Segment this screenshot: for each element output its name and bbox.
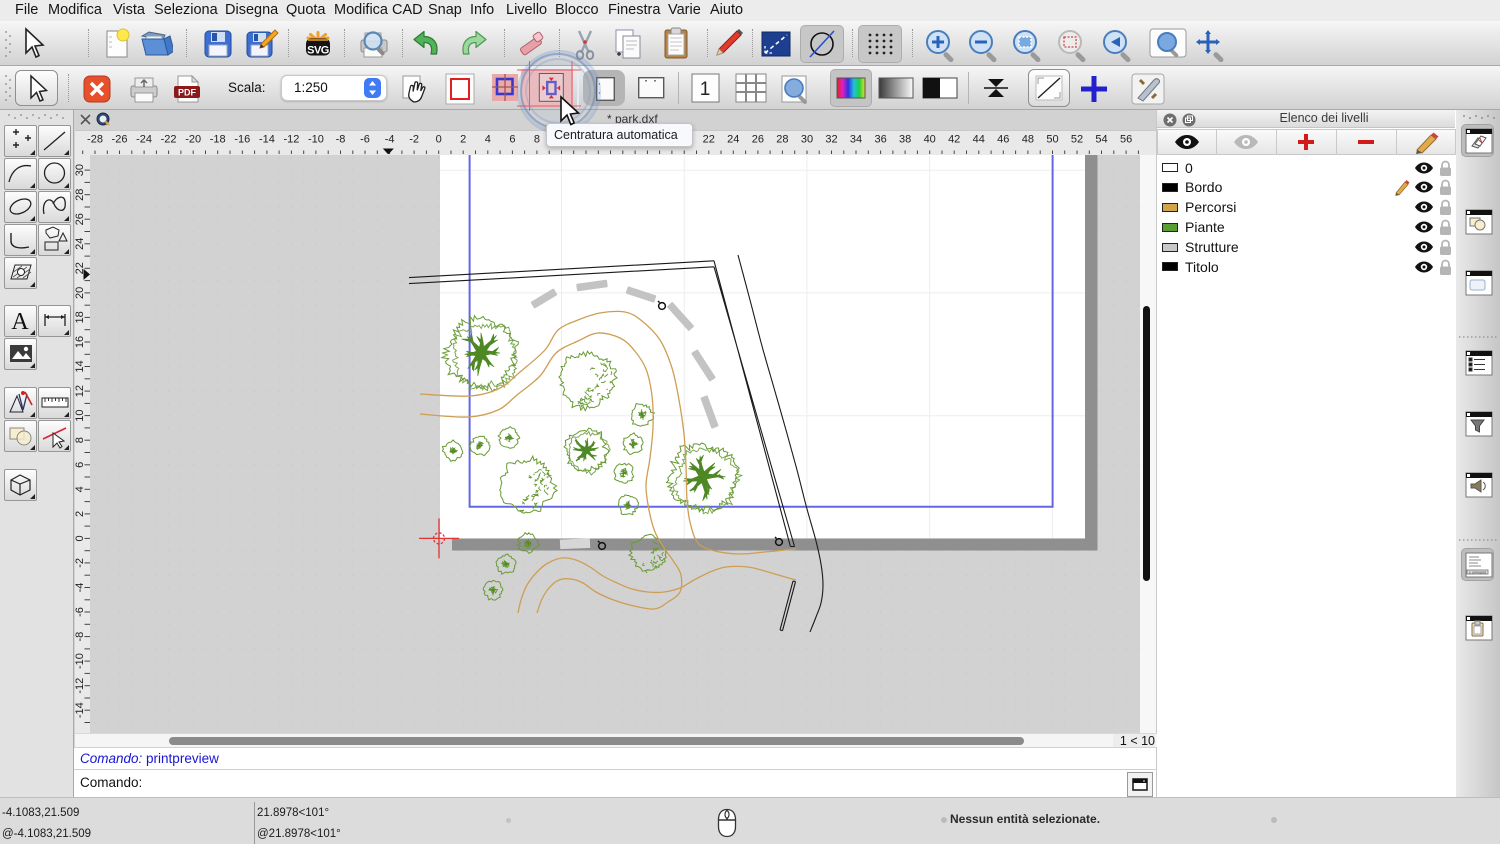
svg-text:PDF: PDF <box>178 88 197 98</box>
svg-text:24: 24 <box>75 238 86 250</box>
svg-text:24: 24 <box>727 134 739 146</box>
svg-text:22: 22 <box>703 134 715 146</box>
svg-text:-8: -8 <box>75 632 86 642</box>
svg-text:44: 44 <box>973 134 985 146</box>
svg-text:56: 56 <box>1120 134 1132 146</box>
svg-text:-4: -4 <box>75 583 86 593</box>
svg-text:30: 30 <box>75 164 86 176</box>
svg-text:2: 2 <box>75 511 86 517</box>
svg-text:52: 52 <box>1071 134 1083 146</box>
svg-text:32: 32 <box>825 134 837 146</box>
svg-text:6: 6 <box>75 462 86 468</box>
svg-text:48: 48 <box>1022 134 1034 146</box>
svg-text:10: 10 <box>75 409 86 421</box>
svg-text:4: 4 <box>75 486 86 492</box>
svg-text:12: 12 <box>75 385 86 397</box>
svg-text:-26: -26 <box>112 134 128 146</box>
svg-text:c ommand: c ommand <box>1469 571 1486 575</box>
svg-text:26: 26 <box>752 134 764 146</box>
svg-text:50: 50 <box>1046 134 1058 146</box>
svg-text:8: 8 <box>534 134 540 146</box>
svg-text:36: 36 <box>874 134 886 146</box>
svg-text:-16: -16 <box>234 134 250 146</box>
svg-text:-10: -10 <box>75 653 86 669</box>
svg-text:0: 0 <box>436 134 442 146</box>
svg-text:-22: -22 <box>161 134 177 146</box>
svg-text:-12: -12 <box>283 134 299 146</box>
svg-text:6: 6 <box>509 134 515 146</box>
svg-text:-6: -6 <box>360 134 370 146</box>
svg-text:4: 4 <box>485 134 491 146</box>
svg-text:-8: -8 <box>336 134 346 146</box>
svg-text:46: 46 <box>997 134 1009 146</box>
svg-text:-4: -4 <box>385 134 395 146</box>
svg-text:-2: -2 <box>409 134 419 146</box>
svg-text:-28: -28 <box>87 134 103 146</box>
svg-text:20: 20 <box>75 287 86 299</box>
svg-text:38: 38 <box>899 134 911 146</box>
svg-text:-12: -12 <box>75 678 86 694</box>
svg-text:34: 34 <box>850 134 862 146</box>
svg-text:-18: -18 <box>210 134 226 146</box>
svg-text:54: 54 <box>1095 134 1107 146</box>
svg-text:18: 18 <box>75 311 86 323</box>
svg-text:1: 1 <box>700 79 711 100</box>
svg-text:A: A <box>11 309 29 335</box>
svg-text:-24: -24 <box>136 134 152 146</box>
svg-text:42: 42 <box>948 134 960 146</box>
svg-text:-14: -14 <box>259 134 275 146</box>
svg-text:8: 8 <box>75 437 86 443</box>
svg-text:-10: -10 <box>308 134 324 146</box>
svg-text:-20: -20 <box>185 134 201 146</box>
svg-text:14: 14 <box>75 360 86 372</box>
svg-text:0: 0 <box>75 535 86 541</box>
svg-text:26: 26 <box>75 213 86 225</box>
svg-text:-14: -14 <box>75 702 86 718</box>
svg-text:40: 40 <box>924 134 936 146</box>
svg-text:2: 2 <box>460 134 466 146</box>
svg-text:30: 30 <box>801 134 813 146</box>
svg-text:16: 16 <box>75 336 86 348</box>
svg-text:SVG: SVG <box>307 45 329 57</box>
svg-text:28: 28 <box>75 189 86 201</box>
svg-text:-2: -2 <box>75 558 86 568</box>
svg-text:28: 28 <box>776 134 788 146</box>
svg-text:-6: -6 <box>75 607 86 617</box>
